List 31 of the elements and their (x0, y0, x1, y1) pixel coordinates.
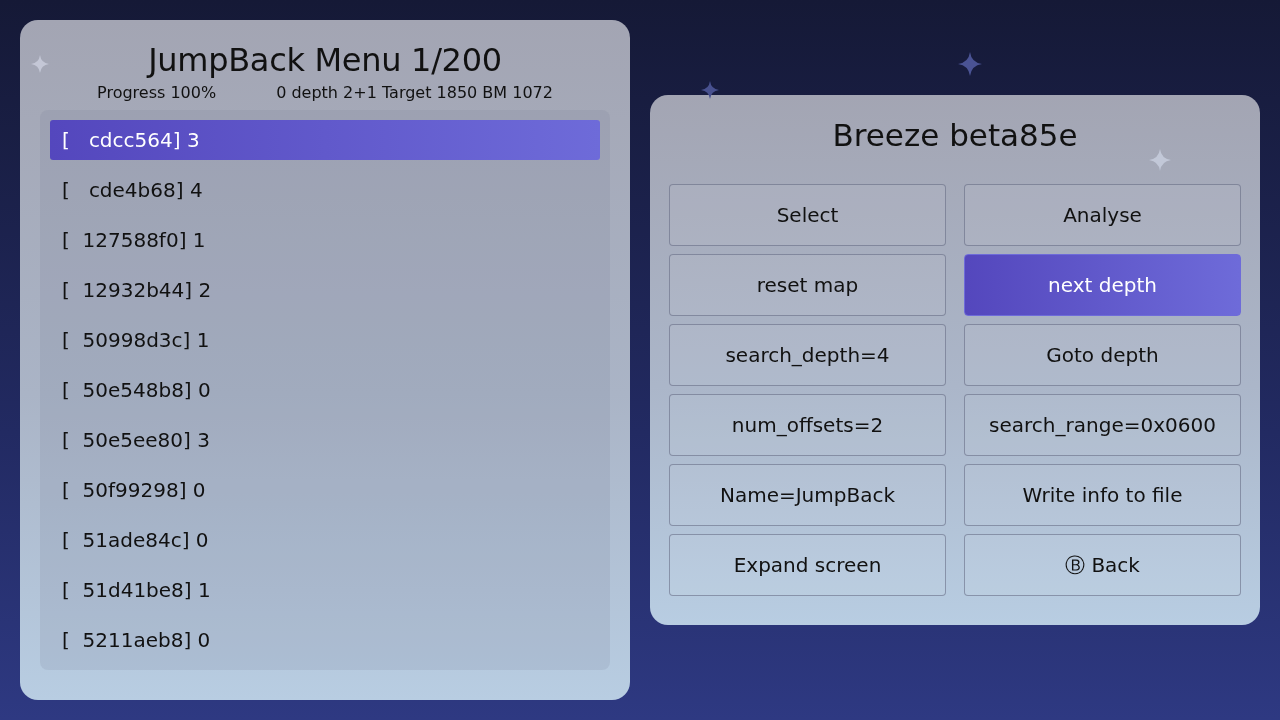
list-item[interactable]: [ 51ade84c] 0 (50, 520, 600, 560)
list-item[interactable]: [ cde4b68] 4 (50, 170, 600, 210)
progress-text: Progress 100% (97, 83, 217, 103)
menu-button[interactable]: search_range=0x0600 (964, 394, 1241, 456)
list-item[interactable]: [ 127588f0] 1 (50, 220, 600, 260)
menu-title: JumpBack Menu 1/200 (145, 41, 503, 79)
list-item[interactable]: [ 51d41be8] 1 (50, 570, 600, 610)
sparkle-icon (701, 81, 719, 99)
menu-button[interactable]: search_depth=4 (669, 324, 946, 386)
sparkle-icon (31, 55, 49, 73)
status-text: 0 depth 2+1 Target 1850 BM 1072 (276, 83, 553, 103)
list-item[interactable]: [ 50f99298] 0 (50, 470, 600, 510)
list-item[interactable]: [ 5211aeb8] 0 (50, 620, 600, 660)
menu-button[interactable]: Analyse (964, 184, 1241, 246)
menu-button[interactable]: Ⓑ Back (964, 534, 1241, 596)
menu-button[interactable]: num_offsets=2 (669, 394, 946, 456)
list-item[interactable]: [ 12932b44] 2 (50, 270, 600, 310)
panel-title: Breeze beta85e (831, 116, 1079, 154)
menu-button[interactable]: Expand screen (669, 534, 946, 596)
menu-button[interactable]: Name=JumpBack (669, 464, 946, 526)
sparkle-icon (1149, 149, 1171, 171)
menu-button[interactable]: next depth (964, 254, 1241, 316)
menu-button[interactable]: Goto depth (964, 324, 1241, 386)
list-item[interactable]: [ 50998d3c] 1 (50, 320, 600, 360)
list-item[interactable]: [ cdcc564] 3 (50, 120, 600, 160)
list-item[interactable]: [ 50e548b8] 0 (50, 370, 600, 410)
menu-button[interactable]: Select (669, 184, 946, 246)
list-item[interactable]: [ 50e5ee80] 3 (50, 420, 600, 460)
sparkle-icon (958, 52, 982, 76)
menu-button[interactable]: Write info to file (964, 464, 1241, 526)
menu-button[interactable]: reset map (669, 254, 946, 316)
